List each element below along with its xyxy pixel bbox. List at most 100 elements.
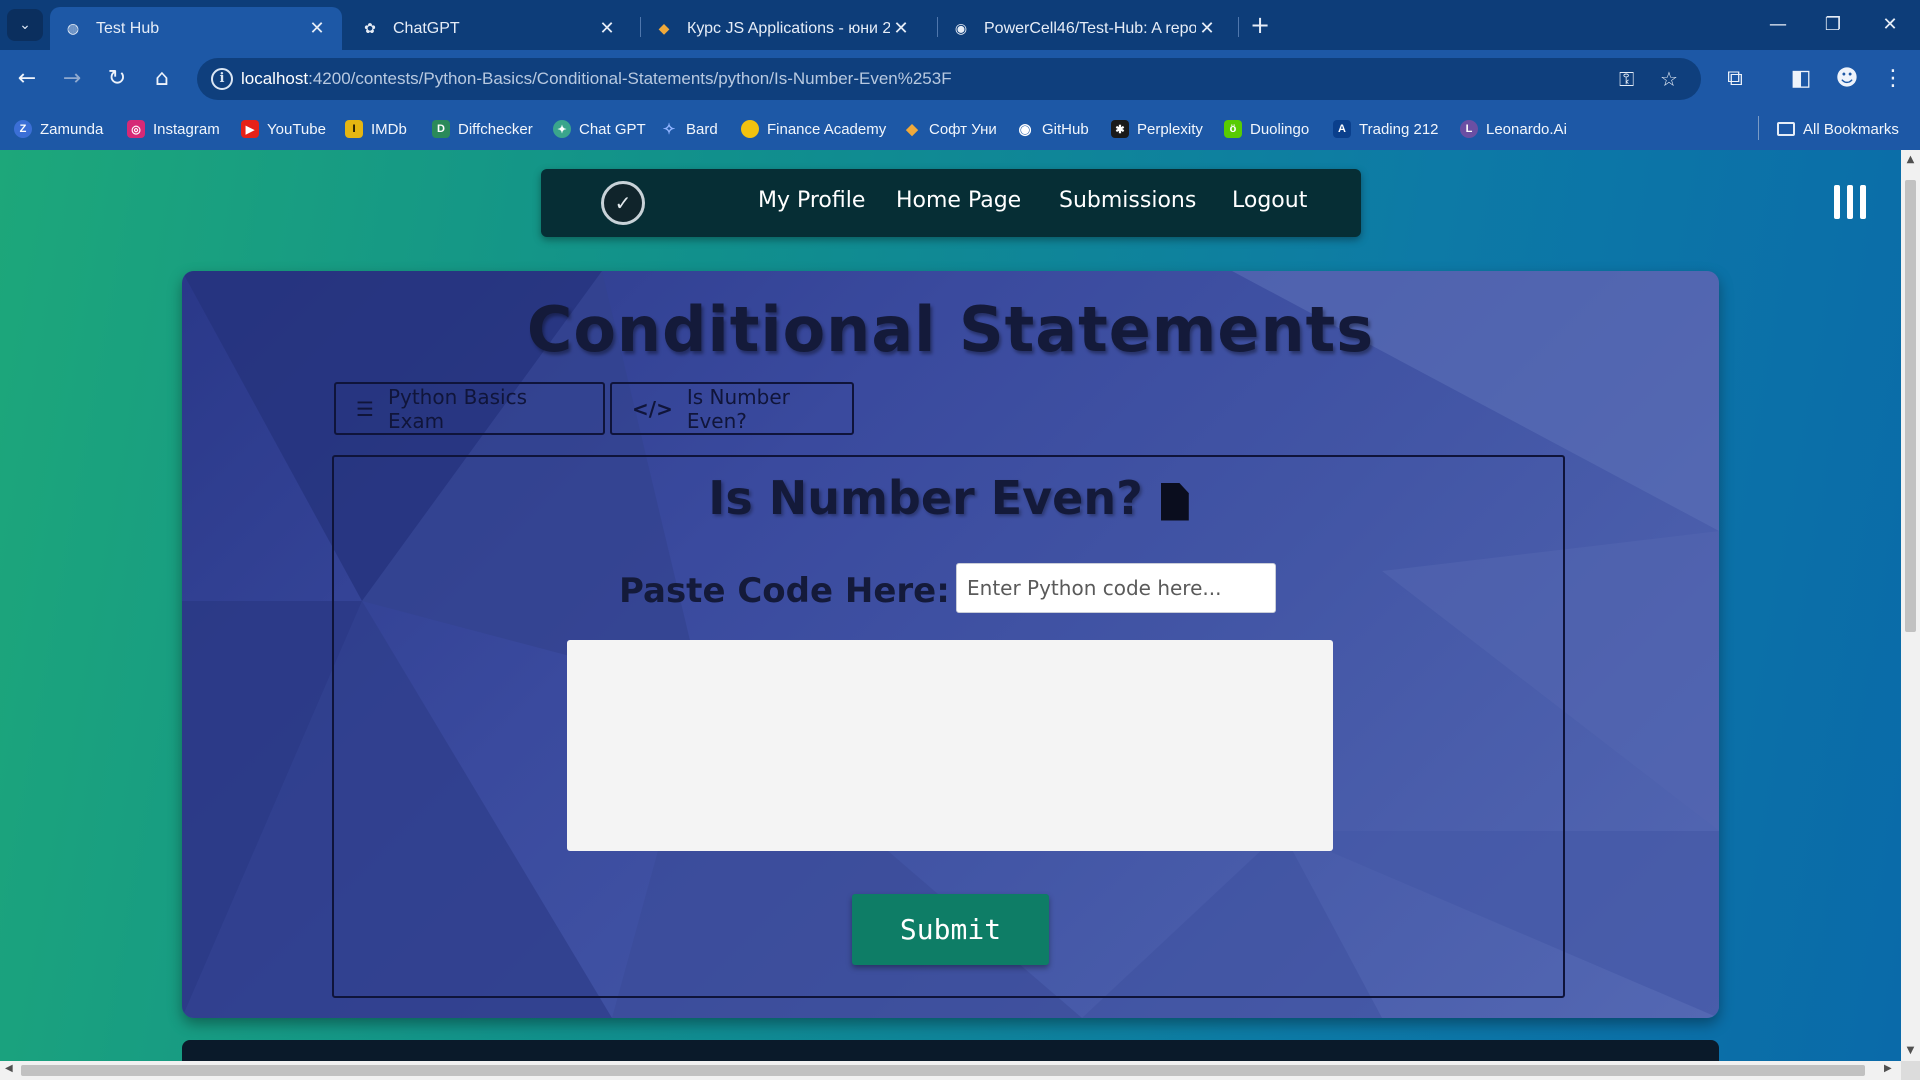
horizontal-scroll-thumb[interactable] [21,1065,1865,1076]
new-tab-icon[interactable]: + [1246,12,1274,40]
bookmark-label: Diffchecker [458,120,533,138]
bookmark-bard[interactable]: ✧ Bard [660,116,718,142]
bookmark-youtube[interactable]: ▶ YouTube [241,116,326,142]
scroll-corner [1901,1061,1920,1080]
bookmark-label: GitHub [1042,120,1089,138]
vertical-scroll-thumb[interactable] [1905,180,1916,632]
bookmark-instagram[interactable]: ◎ Instagram [127,116,220,142]
duolingo-icon: ö [1224,120,1242,138]
breadcrumb-contest[interactable]: ☰ Python Basics Exam [334,382,605,435]
home-icon[interactable]: ⌂ [145,62,179,96]
breadcrumb-task[interactable]: </> Is Number Even? [610,382,854,435]
chatgpt-icon: ✦ [553,120,571,138]
tab-chatgpt[interactable]: ✿ ChatGPT ✕ [347,7,632,50]
profile-avatar-icon[interactable]: ☻ [1830,62,1864,96]
bookmark-label: Duolingo [1250,120,1310,138]
url-text[interactable]: localhost:4200/contests/Python-Basics/Co… [241,69,952,89]
horizontal-scrollbar[interactable]: ◀ ▶ [0,1061,1901,1080]
bookmark-trading-212[interactable]: A Trading 212 [1333,116,1439,142]
bookmark-leonardo-ai[interactable]: L Leonardo.Ai [1460,116,1567,142]
bookmark-label: All Bookmarks [1803,120,1899,138]
tab-separator [1238,17,1239,37]
side-panel-icon[interactable]: ◧ [1784,62,1818,96]
vertical-scrollbar[interactable]: ▲ ▼ [1901,150,1920,1061]
site-navbar: ✓ My Profile Home Page Submissions Logou… [541,169,1361,237]
bookmark-softuni[interactable]: ◆ Софт Уни [903,116,997,142]
code-file-input[interactable] [956,563,1276,613]
site-info-icon[interactable]: i [211,68,233,90]
restore-icon[interactable]: ❐ [1811,8,1855,42]
url-path: :4200/contests/Python-Basics/Conditional… [308,69,952,88]
page-title: Conditional Statements [526,293,1375,366]
test-hub-logo[interactable]: ✓ [601,181,645,225]
tab-test-hub[interactable]: ◍ Test Hub ✕ [50,7,342,50]
address-bar[interactable]: i localhost:4200/contests/Python-Basics/… [197,58,1701,100]
file-icon[interactable] [1160,482,1189,521]
instagram-icon: ◎ [127,120,145,138]
bookmark-label: Софт Уни [929,120,997,138]
youtube-icon: ▶ [241,120,259,138]
bookmark-label: Chat GPT [579,120,646,138]
bookmark-diffchecker[interactable]: D Diffchecker [432,116,533,142]
forward-icon[interactable]: → [55,62,89,96]
back-icon[interactable]: ← [10,62,44,96]
browser-toolbar: ← → ↻ ⌂ i localhost:4200/contests/Python… [0,50,1920,108]
bookmarks-bar: Z Zamunda ◎ Instagram ▶ YouTube I IMDb D Diff… [0,108,1920,150]
tab-github[interactable]: ◉ PowerCell46/Test-Hub: A reposi ✕ [938,7,1232,50]
tab-search-chevron-icon[interactable]: ⌄ [7,9,43,41]
menu-dots-icon[interactable]: ⋮ [1876,62,1910,96]
code-textarea[interactable] [567,640,1333,851]
scroll-up-icon[interactable]: ▲ [1901,154,1920,165]
bookmark-star-icon[interactable]: ☆ [1660,67,1678,91]
submit-button[interactable]: Submit [852,894,1049,965]
globe-icon: ◍ [66,20,80,36]
hamburger-bar [1860,185,1866,219]
close-icon[interactable]: ✕ [1196,18,1218,39]
bookmark-label: YouTube [267,120,326,138]
task-title-text: Is Number Even? [708,471,1143,525]
minimize-icon[interactable]: — [1756,8,1800,42]
all-bookmarks[interactable]: All Bookmarks [1777,116,1899,142]
reload-icon[interactable]: ↻ [100,62,134,96]
tab-softuni[interactable]: ◆ Курс JS Applications - юни 202 ✕ [641,7,926,50]
perplexity-icon: ✱ [1111,120,1129,138]
nav-logout[interactable]: Logout [1232,188,1307,213]
bookmark-label: Perplexity [1137,120,1203,138]
nav-home-page[interactable]: Home Page [896,188,1021,213]
close-icon[interactable]: ✕ [890,18,912,39]
github-icon: ◉ [954,20,968,36]
bookmark-github[interactable]: ◉ GitHub [1016,116,1089,142]
hamburger-menu-icon[interactable] [1834,185,1866,219]
close-icon[interactable]: ✕ [306,18,328,39]
window-close-icon[interactable]: ✕ [1868,8,1912,42]
bookmark-zamunda[interactable]: Z Zamunda [14,116,103,142]
password-key-icon[interactable]: ⚿ [1619,67,1634,91]
nav-submissions[interactable]: Submissions [1059,188,1196,213]
submission-panel: Is Number Even? Paste Code Here: Submit [332,455,1565,998]
folder-icon [1777,122,1795,136]
tab-title: Курс JS Applications - юни 202 [687,19,890,37]
task-heading: Is Number Even? [334,471,1563,525]
scroll-down-icon[interactable]: ▼ [1901,1045,1920,1056]
breadcrumb-label: Python Basics Exam [387,384,527,433]
zamunda-icon: Z [14,120,32,138]
tab-title: Test Hub [96,19,160,37]
bookmark-imdb[interactable]: I IMDb [345,116,407,142]
tab-title: PowerCell46/Test-Hub: A reposi [984,19,1196,37]
paste-code-label: Paste Code Here: [619,571,950,611]
scroll-right-icon[interactable]: ▶ [1884,1063,1892,1074]
imdb-icon: I [345,120,363,138]
scroll-left-icon[interactable]: ◀ [5,1063,13,1074]
tab-title: ChatGPT [393,19,460,37]
bookmark-duolingo[interactable]: ö Duolingo [1224,116,1309,142]
nav-my-profile[interactable]: My Profile [758,188,865,213]
bookmark-perplexity[interactable]: ✱ Perplexity [1111,116,1203,142]
bookmark-finance-academy[interactable]: ● Finance Academy [741,116,886,142]
bookmark-label: Zamunda [40,120,104,138]
close-icon[interactable]: ✕ [596,18,618,39]
trading-212-icon: A [1333,120,1351,138]
extensions-icon[interactable]: ⧉ [1718,62,1752,96]
task-card: Conditional Statements ☰ Python Basics E… [182,271,1719,1018]
list-icon: ☰ [356,396,374,421]
bookmark-chatgpt[interactable]: ✦ Chat GPT [553,116,646,142]
